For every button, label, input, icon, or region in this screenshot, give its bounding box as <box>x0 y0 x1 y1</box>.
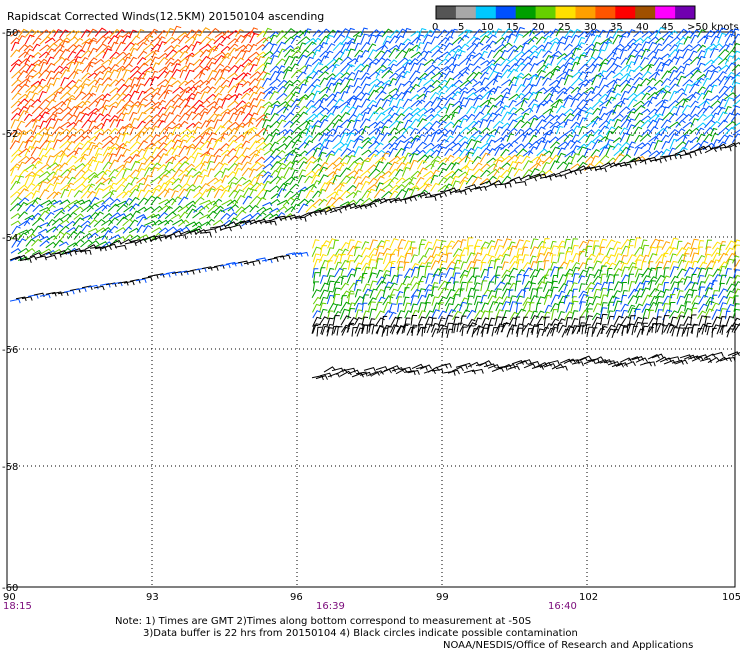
colorbar-swatch <box>535 6 556 19</box>
lon-label-105: 105 <box>722 592 740 603</box>
colorbar-swatch <box>655 6 676 19</box>
colorbar-swatch <box>495 6 517 19</box>
time-label-1639: 16:39 <box>316 601 345 612</box>
lat-label-52: -52 <box>2 129 18 140</box>
lat-label-50: -50 <box>2 28 18 39</box>
lon-label-99: 99 <box>436 592 449 603</box>
colorbar-swatch <box>595 6 616 19</box>
lon-label-96: 96 <box>290 592 303 603</box>
colorbar-swatch <box>515 6 537 19</box>
figure-title: Rapidscat Corrected Winds(12.5KM) 201501… <box>7 10 324 23</box>
lon-label-93: 93 <box>146 592 159 603</box>
map-frame <box>6 31 736 588</box>
colorbar-swatch <box>475 6 497 19</box>
lat-label-54: -54 <box>2 233 18 244</box>
colorbar-swatch <box>436 6 457 19</box>
colorbar-swatch <box>555 6 576 19</box>
colorbar-label-40: 40 <box>636 22 649 33</box>
colorbar-label-45: 45 <box>661 22 674 33</box>
colorbar-swatch <box>675 6 696 19</box>
time-label-1815: 18:15 <box>3 601 32 612</box>
credit-line: NOAA/NESDIS/Office of Research and Appli… <box>443 640 693 650</box>
lon-label-102: 102 <box>579 592 598 603</box>
colorbar-swatch <box>635 6 656 19</box>
note-line-1: Note: 1) Times are GMT 2)Times along bot… <box>115 616 531 627</box>
colorbar-swatch <box>575 6 596 19</box>
colorbar-swatch <box>615 6 636 19</box>
lat-label-58: -58 <box>2 462 18 473</box>
longitude-labels: 90 93 96 99 102 105 <box>3 592 740 603</box>
time-label-1640: 16:40 <box>548 601 577 612</box>
lat-label-56: -56 <box>2 345 18 356</box>
colorbar-swatch <box>455 6 477 19</box>
wind-speed-colorbar <box>435 5 696 20</box>
colorbar-label-5: 5 <box>458 22 464 33</box>
wind-map-figure: Rapidscat Corrected Winds(12.5KM) 201501… <box>2 5 740 650</box>
note-line-2: 3)Data buffer is 22 hrs from 20150104 4)… <box>143 628 578 639</box>
